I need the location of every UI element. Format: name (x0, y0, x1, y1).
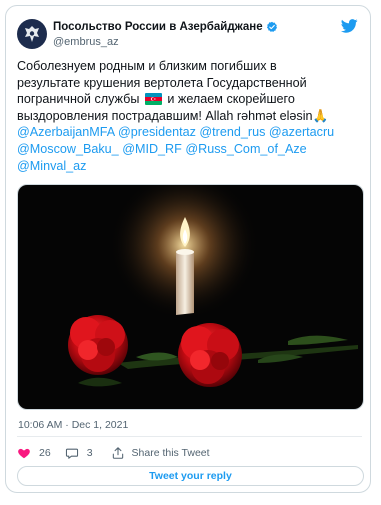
like-count: 26 (39, 447, 51, 459)
tweet-text-line: пограничной службы и желаем скорейшего (17, 91, 362, 108)
handle[interactable]: @embrus_az (53, 36, 278, 48)
tweet-text-line: @Moscow_Baku_ @MID_RF @Russ_Com_of_Aze (17, 141, 362, 158)
speech-bubble-icon (65, 448, 78, 459)
tweet-text-line: @Minval_az (17, 158, 362, 175)
tweet-text-line: @AzerbaijanMFA @presidentaz @trend_rus @… (17, 124, 362, 141)
mention-link[interactable]: @MID_RF (122, 142, 182, 156)
tweet-text-line: результате крушения вертолета Государств… (17, 75, 362, 92)
share-label: Share this Tweet (131, 447, 210, 459)
tweet-author: Посольство России в Азербайджане @embrus… (53, 21, 278, 48)
share-button[interactable]: Share this Tweet (111, 446, 210, 460)
mention-link[interactable]: @Moscow_Baku_ (17, 142, 119, 156)
mention-link[interactable]: @trend_rus (199, 125, 265, 139)
tweet-photo[interactable] (17, 184, 364, 410)
verified-badge-icon (266, 21, 277, 32)
tweet-text-segment: результате крушения вертолета Государств… (17, 75, 307, 90)
twitter-bird-icon[interactable] (340, 19, 358, 38)
tweet-your-reply-button[interactable]: Tweet your reply (17, 466, 364, 486)
reply-button-label: Tweet your reply (149, 470, 232, 482)
tweet-text-line: Соболезнуем родным и близким погибших в (17, 58, 362, 75)
carnation-left (68, 315, 128, 375)
tweet-actions: 26 3 Share this Tweet (17, 446, 210, 460)
tweet-timestamp[interactable]: 10:06 AM · Dec 1, 2021 (18, 419, 128, 431)
reply-count-button[interactable]: 3 (65, 446, 93, 460)
divider (17, 436, 362, 437)
mention-link[interactable]: @AzerbaijanMFA (17, 125, 114, 139)
tweet-text-segment: пограничной службы (17, 92, 143, 107)
tweet-text-line: выздоровления пострадавшим! Allah rəhmət… (17, 108, 362, 125)
share-icon (112, 447, 123, 459)
tweet-text-segment: Соболезнуем родным и близким погибших в (17, 59, 277, 73)
heart-icon (18, 448, 30, 459)
coat-of-arms-icon (25, 26, 39, 42)
azerbaijan-flag-icon (144, 93, 162, 106)
mention-link[interactable]: @Minval_az (17, 159, 86, 173)
mention-link[interactable]: @Russ_Com_of_Aze (185, 142, 306, 156)
tweet-text-segment: и желаем скорейшего (163, 92, 295, 107)
avatar[interactable] (17, 19, 47, 49)
carnation-right (178, 323, 242, 387)
tweet-text-segment: выздоровления пострадавшим! Allah rəhmət… (17, 108, 329, 123)
candle-and-carnations-image (18, 185, 363, 409)
mention-link[interactable]: @azertacru (269, 125, 334, 139)
mention-link[interactable]: @presidentaz (118, 125, 196, 139)
reply-count: 3 (86, 447, 93, 459)
like-button[interactable]: 26 (17, 446, 51, 460)
tweet-card: Посольство России в Азербайджане @embrus… (5, 5, 371, 493)
tweet-text: Соболезнуем родным и близким погибших в р… (17, 58, 362, 174)
display-name[interactable]: Посольство России в Азербайджане (53, 21, 263, 33)
